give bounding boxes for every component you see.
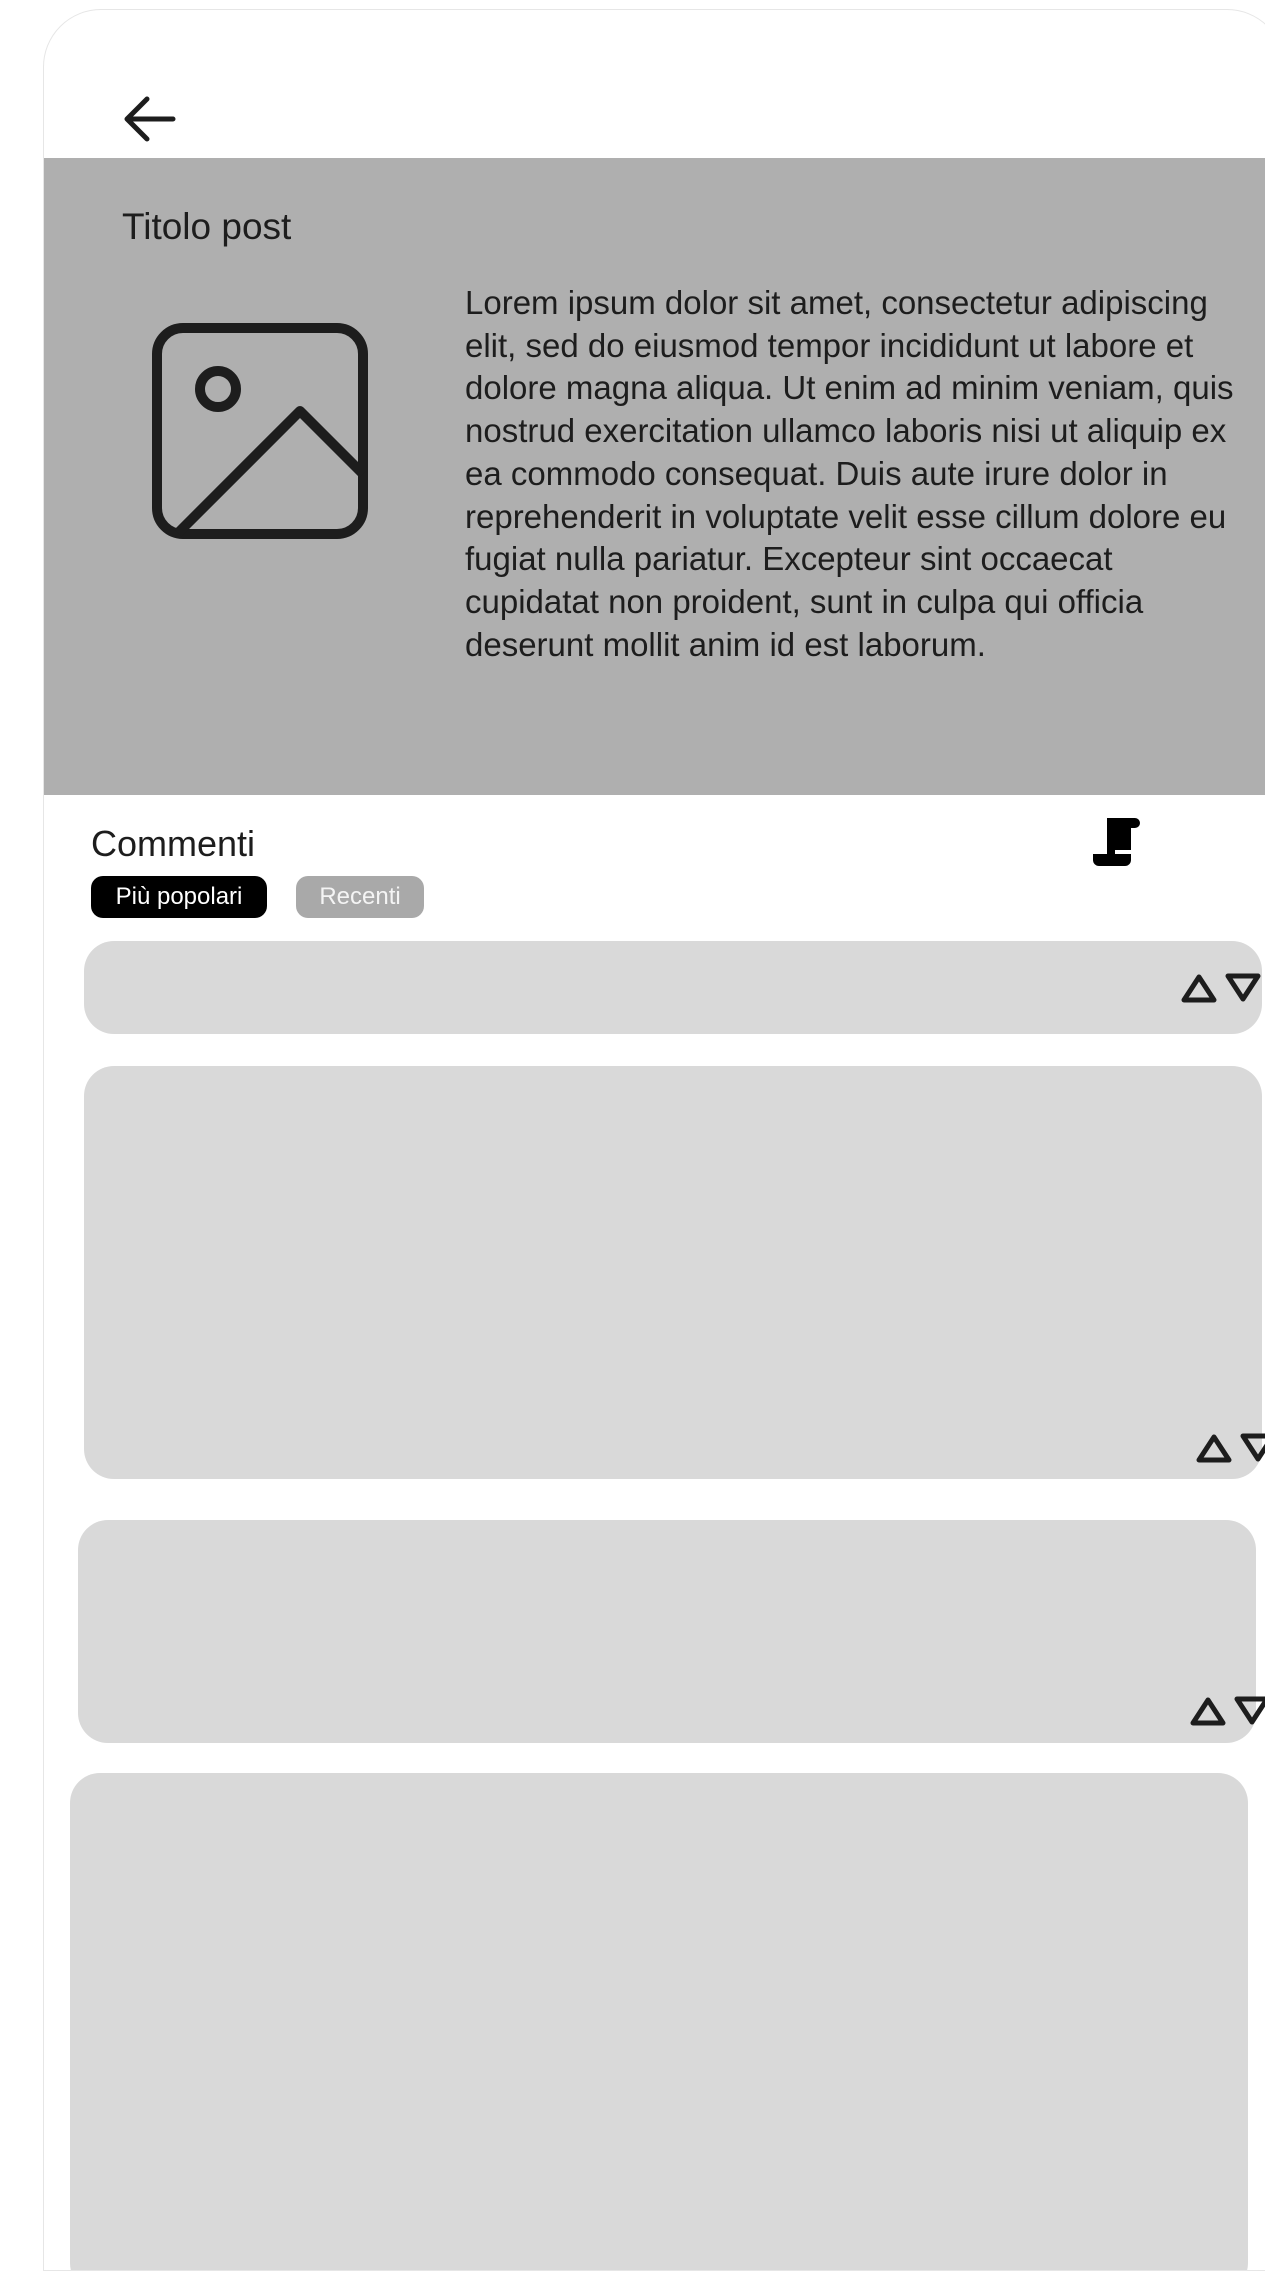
- comment-card: [84, 941, 1262, 1034]
- triangle-down-icon[interactable]: [1234, 1696, 1265, 1726]
- vote-controls: [1196, 1433, 1265, 1463]
- comment-card: [70, 1773, 1248, 2270]
- triangle-up-icon[interactable]: [1190, 1696, 1226, 1726]
- back-button[interactable]: [112, 82, 186, 156]
- image-placeholder-icon: [152, 323, 368, 539]
- post-title: Titolo post: [122, 206, 292, 247]
- triangle-up-icon[interactable]: [1196, 1433, 1232, 1463]
- phone-screen: Titolo post Lorem ipsum dolor sit amet, …: [43, 9, 1265, 2271]
- filter-popular[interactable]: Più popolari: [91, 876, 267, 918]
- vote-controls: [1181, 973, 1261, 1003]
- triangle-down-icon[interactable]: [1225, 973, 1261, 1003]
- filter-recent[interactable]: Recenti: [296, 876, 424, 918]
- comment-card: [84, 1066, 1265, 1479]
- arrow-left-icon: [124, 96, 176, 142]
- post-body: Lorem ipsum dolor sit amet, consectetur …: [465, 284, 1234, 663]
- comments-title: Commenti: [91, 823, 256, 864]
- triangle-up-icon[interactable]: [1181, 973, 1217, 1003]
- comment-card: [78, 1520, 1265, 1743]
- post-card: Titolo post Lorem ipsum dolor sit amet, …: [44, 158, 1265, 795]
- scroll-icon[interactable]: [1087, 810, 1147, 870]
- vote-controls: [1190, 1696, 1265, 1726]
- triangle-down-icon[interactable]: [1240, 1433, 1265, 1463]
